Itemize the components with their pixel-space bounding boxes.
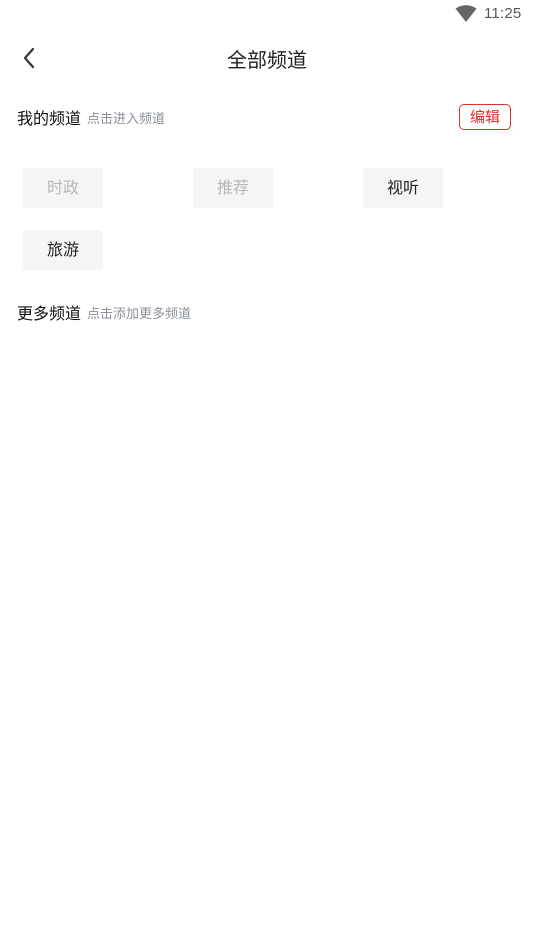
my-channels-header: 我的频道 点击进入频道 xyxy=(17,105,165,129)
status-time: 11:25 xyxy=(484,5,522,22)
nav-bar: 全部频道 xyxy=(0,28,534,86)
my-channels-hint: 点击进入频道 xyxy=(87,111,166,127)
channel-chip-lvyou[interactable]: 旅游 xyxy=(23,230,103,270)
more-channels-title: 更多频道 xyxy=(17,304,82,323)
my-channels-title: 我的频道 xyxy=(17,109,82,128)
status-bar: 11:25 xyxy=(0,0,534,28)
page-title: 全部频道 xyxy=(227,48,307,72)
channel-chip-shizheng[interactable]: 时政 xyxy=(23,168,103,208)
channel-chip-shiting[interactable]: 视听 xyxy=(363,168,443,208)
edit-button[interactable]: 编辑 xyxy=(459,104,511,130)
channel-chip-tuijian[interactable]: 推荐 xyxy=(193,168,273,208)
more-channels-hint: 点击添加更多频道 xyxy=(87,306,192,322)
wifi-icon xyxy=(455,5,477,22)
more-channels-header: 更多频道 点击添加更多频道 xyxy=(17,300,191,324)
